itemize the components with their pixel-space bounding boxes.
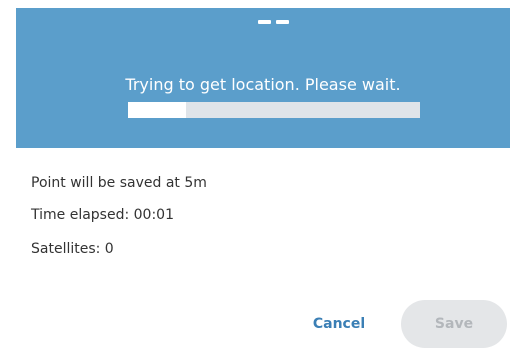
status-message: Trying to get location. Please wait. <box>125 75 401 94</box>
location-dialog: Trying to get location. Please wait. Poi… <box>16 8 510 349</box>
progress-bar <box>128 102 420 118</box>
accuracy-dash-icon <box>258 20 290 26</box>
cancel-button[interactable]: Cancel <box>298 306 380 342</box>
dash-icon <box>276 20 289 24</box>
time-elapsed-text: Time elapsed: 00:01 <box>31 207 174 223</box>
satellites-text: Satellites: 0 <box>31 241 114 257</box>
dialog-header: Trying to get location. Please wait. <box>16 8 510 148</box>
save-distance-text: Point will be saved at 5m <box>31 175 207 191</box>
progress-fill <box>128 102 187 118</box>
dash-icon <box>258 20 271 24</box>
save-button[interactable]: Save <box>401 300 507 348</box>
